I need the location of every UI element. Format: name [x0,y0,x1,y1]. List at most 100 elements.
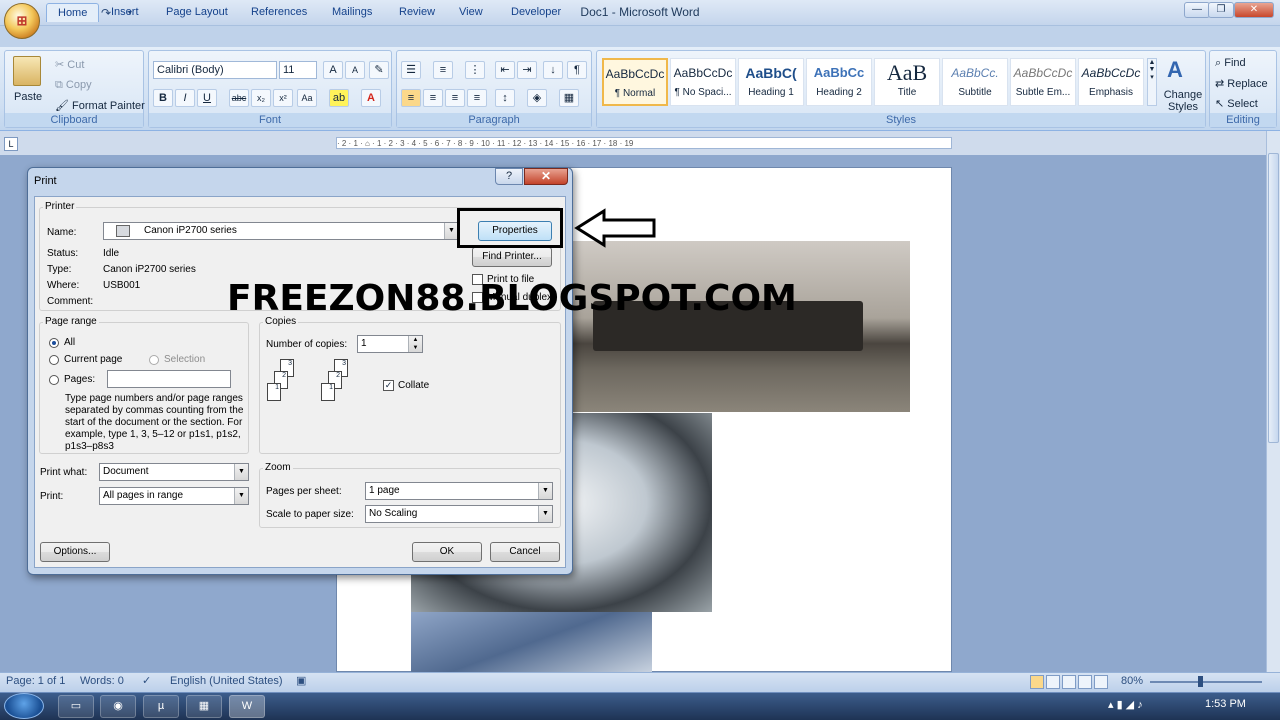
utorrent-taskbar-icon[interactable]: µ [143,695,179,718]
firefox-taskbar-icon[interactable]: ◉ [100,695,136,718]
current-page-radio[interactable] [49,355,59,365]
web-layout-view-icon[interactable] [1062,675,1076,689]
align-center-icon[interactable]: ≡ [423,89,443,107]
borders-icon[interactable]: ▦ [559,89,579,107]
help-button[interactable]: ? [495,168,523,185]
tab-developer[interactable]: Developer [500,3,572,22]
font-size-combo[interactable]: 11 [279,61,317,79]
style-heading-2[interactable]: AaBbCc Heading 2 [806,58,872,106]
tray-icons[interactable]: ▴ ▮ ◢ ♪ [1108,698,1143,711]
print-layout-view-icon[interactable] [1030,675,1044,689]
copy-button[interactable]: ⧉ Copy [55,79,92,92]
printer-name-combo[interactable]: Canon iP2700 series ▼ [103,222,459,240]
style-title[interactable]: AaB Title [874,58,940,106]
start-button[interactable] [4,693,44,719]
pages-input[interactable] [107,370,231,388]
find-button[interactable]: ⌕ Find [1215,57,1246,70]
select-button[interactable]: ↖ Select [1215,97,1258,110]
dropdown-arrow-icon[interactable]: ▼ [538,483,552,499]
proofing-icon[interactable]: ✓ [142,674,151,687]
cancel-button[interactable]: Cancel [490,542,560,562]
tab-review[interactable]: Review [388,3,446,22]
copies-spinner[interactable]: 1 ▲ ▼ [357,335,423,353]
print-what-combo[interactable]: Document ▼ [99,463,249,481]
tab-view[interactable]: View [448,3,494,22]
dropdown-arrow-icon[interactable]: ▼ [444,223,458,239]
style-no-spacing[interactable]: AaBbCcDc ¶ No Spaci... [670,58,736,106]
style-emphasis[interactable]: AaBbCcDc Emphasis [1078,58,1144,106]
align-right-icon[interactable]: ≡ [445,89,465,107]
print-combo[interactable]: All pages in range ▼ [99,487,249,505]
dropdown-arrow-icon[interactable]: ▼ [538,506,552,522]
tab-page-layout[interactable]: Page Layout [155,3,239,22]
justify-icon[interactable]: ≡ [467,89,487,107]
office-button[interactable]: ⊞ [4,3,40,39]
taskbar-clock[interactable]: 1:53 PM [1205,698,1246,710]
subscript-icon[interactable]: x₂ [251,89,271,107]
style-normal[interactable]: AaBbCcDc ¶ Normal [602,58,668,106]
pilcrow-icon[interactable]: ¶ [567,61,587,79]
decrease-indent-icon[interactable]: ⇤ [495,61,515,79]
collate-checkbox[interactable]: ✓ [383,380,394,391]
dialog-close-button[interactable]: ✕ [524,168,568,185]
pages-per-sheet-combo[interactable]: 1 page ▼ [365,482,553,500]
cut-button[interactable]: ✂ Cut [55,58,84,71]
sort-icon[interactable]: ↓ [543,61,563,79]
tab-selector-icon[interactable]: L [4,137,18,151]
all-radio[interactable] [49,338,59,348]
spinner-arrows-icon[interactable]: ▲ ▼ [408,336,422,352]
numbering-icon[interactable]: ≡ [433,61,453,79]
macro-record-icon[interactable]: ▣ [296,674,306,687]
change-styles-button[interactable]: Change Styles [1161,89,1205,113]
font-color-icon[interactable]: A [361,89,381,107]
find-printer-button[interactable]: Find Printer... [472,247,552,267]
paste-button[interactable]: Paste [14,91,42,103]
highlight-icon[interactable]: ab [329,89,349,107]
style-subtitle[interactable]: AaBbCc. Subtitle [942,58,1008,106]
tab-mailings[interactable]: Mailings [321,3,383,22]
shading-icon[interactable]: ◈ [527,89,547,107]
word-count-status[interactable]: Words: 0 [80,675,124,687]
multilevel-list-icon[interactable]: ⋮ [465,61,485,79]
explorer-taskbar-icon[interactable]: ▭ [58,695,94,718]
grow-font-icon[interactable]: A [323,61,343,79]
bold-icon[interactable]: B [153,89,173,107]
media-taskbar-icon[interactable]: ▦ [186,695,222,718]
italic-icon[interactable]: I [175,89,195,107]
page-count-status[interactable]: Page: 1 of 1 [6,675,65,687]
zoom-level[interactable]: 80% [1121,675,1143,687]
tab-references[interactable]: References [240,3,318,22]
full-screen-view-icon[interactable] [1046,675,1060,689]
change-case-icon[interactable]: Aa [297,89,317,107]
style-heading-1[interactable]: AaBbC(Heading 1 [738,58,804,106]
tab-home[interactable]: Home [46,3,100,22]
format-painter-button[interactable]: 🖌 Format Painter [55,99,145,112]
word-taskbar-icon[interactable]: W [229,695,265,718]
language-status[interactable]: English (United States) [170,675,283,687]
zoom-slider[interactable] [1150,681,1262,683]
maximize-button[interactable]: ❐ [1208,2,1234,18]
draft-view-icon[interactable] [1094,675,1108,689]
font-name-combo[interactable]: Calibri (Body) [153,61,277,79]
minimize-button[interactable]: — [1184,2,1210,18]
paste-icon[interactable] [13,56,41,86]
window-close-button[interactable]: ✕ [1234,2,1274,18]
styles-scroll-icon[interactable]: ▲ ▼ ▾ [1147,58,1157,106]
shrink-font-icon[interactable]: A [345,61,365,79]
outline-view-icon[interactable] [1078,675,1092,689]
style-subtle-emphasis[interactable]: AaBbCcDc Subtle Em... [1010,58,1076,106]
increase-indent-icon[interactable]: ⇥ [517,61,537,79]
tab-insert[interactable]: Insert [100,3,150,22]
ok-button[interactable]: OK [412,542,482,562]
dropdown-arrow-icon[interactable]: ▼ [234,488,248,504]
options-button[interactable]: Options... [40,542,110,562]
superscript-icon[interactable]: x² [273,89,293,107]
selection-radio[interactable] [149,355,159,365]
pages-radio[interactable] [49,375,59,385]
clear-format-icon[interactable]: ✎ [369,61,389,79]
scale-combo[interactable]: No Scaling ▼ [365,505,553,523]
horizontal-ruler[interactable]: · 2 · 1 · ⌂ · 1 · 2 · 3 · 4 · 5 · 6 · 7 … [336,137,952,149]
dropdown-arrow-icon[interactable]: ▼ [234,464,248,480]
underline-icon[interactable]: U [197,89,217,107]
zoom-slider-thumb[interactable] [1198,676,1203,687]
